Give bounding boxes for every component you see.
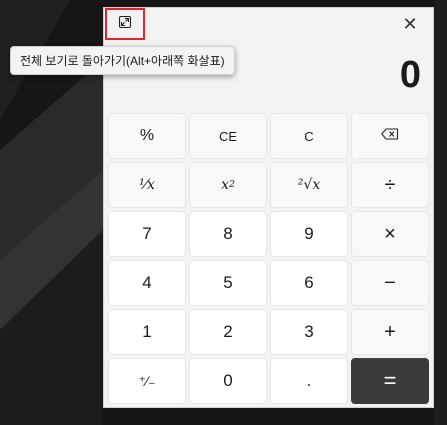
four-button[interactable]: 4 [108, 260, 186, 306]
subtract-button[interactable]: − [351, 260, 429, 306]
reciprocal-button[interactable]: ¹⁄x [108, 162, 186, 208]
two-button[interactable]: 2 [189, 309, 267, 355]
multiply-button[interactable]: × [351, 211, 429, 257]
close-button[interactable]: ✕ [397, 12, 423, 36]
backspace-icon [381, 127, 399, 145]
square-button[interactable]: x2 [189, 162, 267, 208]
backspace-button[interactable] [351, 113, 429, 159]
eight-button[interactable]: 8 [189, 211, 267, 257]
negate-button[interactable]: ⁺∕₋ [108, 358, 186, 404]
one-button[interactable]: 1 [108, 309, 186, 355]
decimal-button[interactable]: . [270, 358, 348, 404]
close-icon: ✕ [402, 13, 418, 34]
square-root-button[interactable]: ²√x [270, 162, 348, 208]
seven-button[interactable]: 7 [108, 211, 186, 257]
restore-tooltip: 전체 보기로 돌아가기(Alt+아래쪽 화살표) [10, 46, 235, 75]
add-button[interactable]: + [351, 309, 429, 355]
equals-button[interactable]: = [351, 358, 429, 404]
result-display: 0 [399, 54, 421, 96]
restore-icon [118, 15, 132, 34]
clear-button[interactable]: C [270, 113, 348, 159]
clear-entry-button[interactable]: CE [189, 113, 267, 159]
restore-full-view-button[interactable] [105, 8, 145, 40]
zero-button[interactable]: 0 [189, 358, 267, 404]
percent-button[interactable]: % [108, 113, 186, 159]
divide-button[interactable]: ÷ [351, 162, 429, 208]
keypad: % CE C ¹⁄x x2 ²√x ÷ 7 8 9 × 4 5 6 − 1 2 … [108, 113, 431, 404]
three-button[interactable]: 3 [270, 309, 348, 355]
six-button[interactable]: 6 [270, 260, 348, 306]
nine-button[interactable]: 9 [270, 211, 348, 257]
square-exponent: 2 [229, 180, 235, 190]
five-button[interactable]: 5 [189, 260, 267, 306]
title-bar: ✕ [104, 8, 433, 40]
square-base: x [221, 177, 230, 193]
